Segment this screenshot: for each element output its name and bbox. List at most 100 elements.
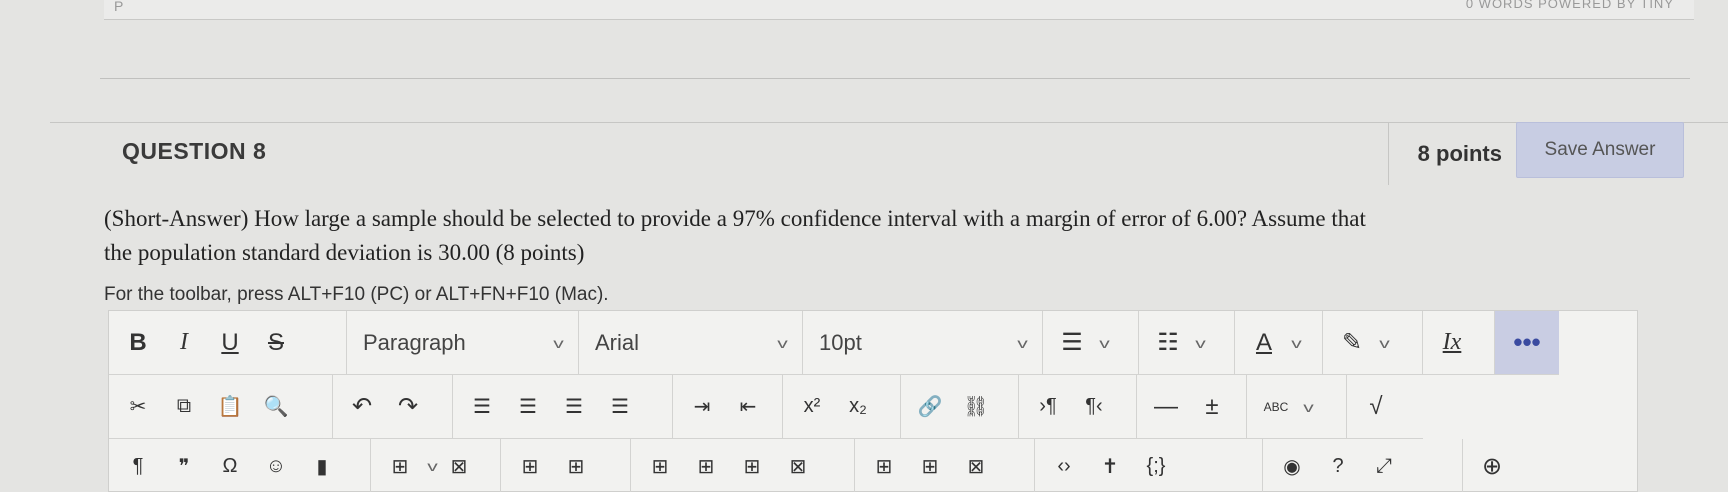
chevron-down-icon[interactable]: v — [427, 458, 438, 474]
font-family-dropdown[interactable]: Arial v — [579, 311, 803, 374]
block-format-dropdown[interactable]: Paragraph v — [347, 311, 579, 374]
unlink-icon[interactable]: ⛓ — [955, 387, 997, 427]
chevron-down-icon[interactable]: v — [1291, 335, 1302, 351]
link-group: 🔗 ⛓ — [901, 375, 1019, 438]
previous-editor-text: P — [114, 0, 124, 14]
math-group: √ — [1347, 375, 1423, 438]
clear-formatting-icon[interactable]: Ix — [1431, 323, 1473, 363]
direction-group: ›¶ ¶‹ — [1019, 375, 1137, 438]
table-icon[interactable]: ⊞ — [379, 446, 421, 486]
chevron-down-icon: v — [553, 334, 564, 351]
bold-button[interactable]: B — [117, 323, 159, 363]
help-icon[interactable]: ? — [1317, 446, 1359, 486]
table-insert-row-icon[interactable]: ⊞ — [685, 446, 727, 486]
chevron-down-icon[interactable]: v — [1303, 399, 1314, 415]
fullscreen-icon[interactable]: ⤢ — [1363, 446, 1405, 486]
numbered-list-group: ☷ v — [1139, 311, 1235, 374]
outdent-icon[interactable]: ⇤ — [727, 387, 769, 427]
table-delete-row-icon[interactable]: ⊠ — [777, 446, 819, 486]
horizontal-line-icon[interactable]: — — [1145, 387, 1187, 427]
align-left-icon[interactable]: ☰ — [461, 387, 503, 427]
question-points: 8 points — [1388, 123, 1518, 185]
toolbar-row-2: ✂ ⧉ 📋 🔍 ↶ ↷ ☰ ☰ ☰ ☰ ⇥ ⇤ x² x₂ 🔗 ⛓ ›¶ ¶‹ … — [109, 375, 1423, 439]
clipboard-group: ✂ ⧉ 📋 🔍 — [109, 375, 333, 438]
preview-icon[interactable]: ◉ — [1271, 446, 1313, 486]
table-cell-group: ⊞ ⊞ ⊞ ⊠ — [631, 439, 855, 492]
font-size-dropdown[interactable]: 10pt v — [803, 311, 1043, 374]
paste-icon[interactable]: 📋 — [209, 387, 251, 427]
rtl-icon[interactable]: ¶‹ — [1073, 387, 1115, 427]
table-delete-icon[interactable]: ⊠ — [438, 446, 480, 486]
table-cell-icon[interactable]: ⊞ — [639, 446, 681, 486]
underline-button[interactable]: U — [209, 323, 251, 363]
numbered-list-icon[interactable]: ☷ — [1147, 323, 1189, 363]
block-format-value: Paragraph — [363, 329, 466, 355]
highlight-pen-icon[interactable]: ✎ — [1331, 323, 1373, 363]
plus-minus-icon[interactable]: ± — [1191, 387, 1233, 427]
table-group: ⊞ v ⊠ — [371, 439, 501, 492]
format-group: B I U S — [109, 311, 347, 374]
undo-icon[interactable]: ↶ — [341, 387, 383, 427]
code-sample-icon[interactable]: {;} — [1135, 446, 1177, 486]
emoji-icon[interactable]: ☺ — [255, 446, 297, 486]
history-group: ↶ ↷ — [333, 375, 453, 438]
spellcheck-group: ABC v — [1247, 375, 1347, 438]
table-delete-column-icon[interactable]: ⊠ — [955, 446, 997, 486]
question-text-line-1: (Short-Answer) How large a sample should… — [104, 206, 1366, 231]
word-count: 0 WORDS POWERED BY TINY — [1465, 0, 1674, 11]
bullet-list-icon[interactable]: ☰ — [1051, 323, 1093, 363]
more-options-button[interactable]: ••• — [1495, 311, 1559, 374]
code-icon[interactable]: ‹› — [1043, 446, 1085, 486]
save-answer-button[interactable]: Save Answer — [1516, 122, 1684, 178]
square-root-icon[interactable]: √ — [1355, 387, 1397, 427]
insert-group: — ± — [1137, 375, 1247, 438]
bullet-list-group: ☰ v — [1043, 311, 1139, 374]
previous-question-card: P 0 WORDS POWERED BY TINY — [104, 0, 1694, 20]
blockquote-icon[interactable]: ❞ — [163, 446, 205, 486]
chevron-down-icon[interactable]: v — [1379, 335, 1390, 351]
add-content-icon[interactable]: ⊕ — [1471, 446, 1513, 486]
font-family-value: Arial — [595, 329, 640, 355]
bookmark-icon[interactable]: ▮ — [301, 446, 343, 486]
indent-icon[interactable]: ⇥ — [681, 387, 723, 427]
link-icon[interactable]: 🔗 — [909, 387, 951, 427]
omega-icon[interactable]: Ω — [209, 446, 251, 486]
italic-button[interactable]: I — [163, 323, 205, 363]
cut-icon[interactable]: ✂ — [117, 387, 159, 427]
ltr-icon[interactable]: ›¶ — [1027, 387, 1069, 427]
justify-icon[interactable]: ☰ — [599, 387, 641, 427]
table-row-group: ⊞ ⊞ — [501, 439, 631, 492]
script-group: x² x₂ — [783, 375, 901, 438]
paragraph-mark-icon[interactable]: ¶ — [117, 446, 159, 486]
align-center-icon[interactable]: ☰ — [507, 387, 549, 427]
chevron-down-icon: v — [1017, 334, 1028, 351]
spellcheck-icon[interactable]: ABC — [1255, 387, 1297, 427]
toolbar-hint: For the toolbar, press ALT+F10 (PC) or A… — [104, 284, 609, 305]
find-icon[interactable]: 🔍 — [255, 387, 297, 427]
redo-icon[interactable]: ↷ — [387, 387, 429, 427]
subscript-icon[interactable]: x₂ — [837, 387, 879, 427]
text-color-group: A v — [1235, 311, 1323, 374]
table-column-before-icon[interactable]: ⊞ — [863, 446, 905, 486]
toolbar-row-3: ¶ ❞ Ω ☺ ▮ ⊞ v ⊠ ⊞ ⊞ ⊞ ⊞ ⊞ ⊠ ⊞ ⊞ ⊠ ‹› ✝ {… — [109, 439, 1553, 492]
text-color-icon[interactable]: A — [1243, 323, 1285, 363]
question-text-line-2: the population standard deviation is 30.… — [104, 240, 585, 265]
accessibility-icon[interactable]: ✝ — [1089, 446, 1131, 486]
code-group: ‹› ✝ {;} — [1035, 439, 1263, 492]
view-group: ◉ ? ⤢ — [1263, 439, 1463, 492]
table-row-after-icon[interactable]: ⊞ — [555, 446, 597, 486]
table-row-before-icon[interactable]: ⊞ — [509, 446, 551, 486]
strikethrough-button[interactable]: S — [255, 323, 297, 363]
editor-toolbar: B I U S Paragraph v Arial v 10pt v ☰ v ☷… — [108, 310, 1638, 492]
superscript-icon[interactable]: x² — [791, 387, 833, 427]
table-column-group: ⊞ ⊞ ⊠ — [855, 439, 1035, 492]
table-column-after-icon[interactable]: ⊞ — [909, 446, 951, 486]
table-split-icon[interactable]: ⊞ — [731, 446, 773, 486]
indent-group: ⇥ ⇤ — [673, 375, 783, 438]
special-chars-group: ¶ ❞ Ω ☺ ▮ — [109, 439, 371, 492]
chevron-down-icon[interactable]: v — [1195, 335, 1206, 351]
copy-icon[interactable]: ⧉ — [163, 387, 205, 427]
chevron-down-icon[interactable]: v — [1099, 335, 1110, 351]
highlight-group: ✎ v — [1323, 311, 1423, 374]
align-right-icon[interactable]: ☰ — [553, 387, 595, 427]
